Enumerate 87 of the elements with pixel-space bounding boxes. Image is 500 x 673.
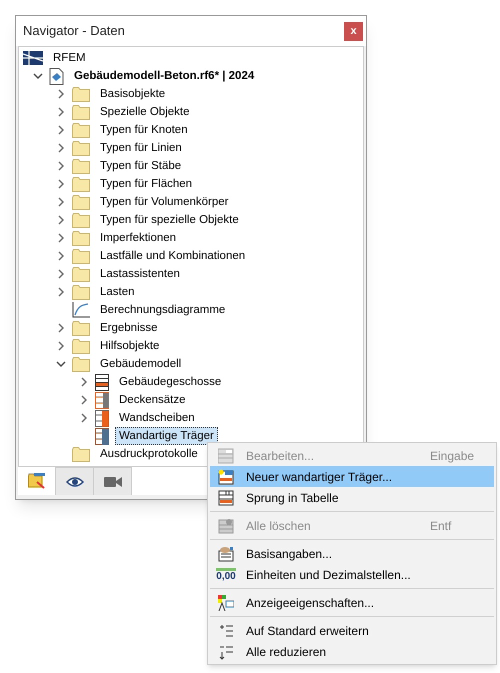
folder-icon — [72, 230, 90, 246]
tree-item[interactable]: Typen für Volumenkörper — [96, 193, 232, 211]
folder-icon — [72, 122, 90, 138]
display-properties-icon — [218, 594, 234, 610]
tree-item[interactable]: Imperfektionen — [96, 229, 180, 247]
folder-icon — [72, 176, 90, 192]
tree-item[interactable]: Ergebnisse — [96, 319, 162, 337]
navigator-tab[interactable] — [94, 467, 132, 495]
walls-icon — [95, 410, 109, 426]
folder-icon — [72, 338, 90, 354]
folder-icon — [72, 266, 90, 282]
chevron-icon[interactable] — [56, 287, 66, 297]
tree-item[interactable]: Basisobjekte — [96, 85, 170, 103]
table-icon — [218, 448, 234, 464]
chevron-icon[interactable] — [79, 395, 89, 405]
tree-item[interactable]: Lastfälle und Kombinationen — [96, 247, 250, 265]
tree-item[interactable]: Gebäudemodell — [96, 355, 186, 373]
folder-icon — [72, 104, 90, 120]
chevron-icon[interactable] — [56, 323, 66, 333]
folder-icon — [72, 320, 90, 336]
storeys-icon — [95, 374, 109, 390]
folder-icon — [72, 140, 90, 156]
chevron-icon[interactable] — [56, 143, 66, 153]
chevron-icon[interactable] — [56, 341, 66, 351]
tree-item[interactable]: Gebäudemodell-Beton.rf6* | 2024 — [70, 67, 258, 85]
tree-item[interactable]: Deckensätze — [115, 391, 190, 409]
chevron-icon[interactable] — [56, 215, 66, 225]
chevron-icon[interactable] — [56, 233, 66, 243]
menu-item[interactable]: Alle reduzieren — [210, 641, 494, 662]
new-table-icon — [218, 468, 234, 484]
logo-icon — [23, 51, 43, 65]
tree-item[interactable]: RFEM — [49, 49, 90, 67]
chevron-icon[interactable] — [79, 413, 89, 423]
chevron-icon[interactable] — [56, 251, 66, 261]
tree-item[interactable]: Ausdruckprotokolle — [96, 445, 202, 463]
chevron-icon[interactable] — [56, 125, 66, 135]
navigator-tab[interactable] — [56, 467, 94, 495]
tree-item[interactable]: Typen für Flächen — [96, 175, 196, 193]
chevron-icon[interactable] — [56, 89, 66, 99]
collapse-list-icon — [218, 644, 234, 660]
settings-sheet-icon — [218, 546, 234, 562]
tree-item[interactable]: Gebäudegeschosse — [115, 373, 226, 391]
menu-item[interactable]: Basisangaben... — [210, 543, 494, 564]
chevron-icon[interactable] — [79, 377, 89, 387]
tree-item[interactable]: Typen für Linien — [96, 139, 186, 157]
tree-item[interactable]: Typen für Stäbe — [96, 157, 186, 175]
table-icon — [218, 490, 234, 506]
chevron-icon[interactable] — [56, 161, 66, 171]
menu-item[interactable]: Anzeigeeigenschaften... — [210, 592, 494, 613]
diagram-icon — [72, 302, 90, 318]
video-camera-icon — [104, 476, 122, 488]
chevron-icon[interactable] — [56, 269, 66, 279]
folder-icon — [72, 446, 90, 462]
chevron-icon[interactable] — [56, 179, 66, 189]
folder-icon — [72, 284, 90, 300]
chevron-icon[interactable] — [56, 197, 66, 207]
delete-icon — [218, 518, 234, 534]
folder-icon — [72, 194, 90, 210]
tree-item[interactable]: Wandartige Träger — [115, 427, 218, 445]
tree-item[interactable]: Spezielle Objekte — [96, 103, 194, 121]
folder-icon — [72, 248, 90, 264]
folder-icon — [72, 158, 90, 174]
tree-item[interactable]: Typen für spezielle Objekte — [96, 211, 243, 229]
tree-item[interactable]: Wandscheiben — [115, 409, 199, 427]
folder-icon — [72, 86, 90, 102]
tree-item[interactable]: Lasten — [96, 283, 139, 301]
eye-icon — [66, 476, 84, 488]
close-button[interactable]: x — [344, 22, 363, 40]
menu-item[interactable]: Auf Standard erweitern — [210, 620, 494, 641]
folder-icon — [72, 212, 90, 228]
tree-item[interactable]: Hilfsobjekte — [96, 337, 164, 355]
folder-icon — [28, 473, 46, 489]
expand-list-icon — [218, 622, 234, 638]
chevron-icon[interactable] — [56, 107, 66, 117]
tree-item[interactable]: Lastassistenten — [96, 265, 184, 283]
deep-beams-icon — [95, 428, 109, 444]
chevron-icon[interactable] — [56, 359, 66, 369]
document-icon — [49, 68, 64, 84]
tree-item[interactable]: Typen für Knoten — [96, 121, 192, 139]
window-title: Navigator - Daten — [23, 22, 125, 40]
slabs-icon — [95, 392, 109, 408]
menu-item[interactable]: Sprung in Tabelle — [210, 487, 494, 508]
chevron-icon[interactable] — [33, 71, 43, 81]
menu-item[interactable]: 0,00 Einheiten und Dezimalstellen... — [210, 564, 494, 585]
tree-item[interactable]: Berechnungsdiagramme — [96, 301, 230, 319]
menu-item[interactable]: Neuer wandartiger Träger... — [210, 466, 494, 487]
folder-icon — [72, 356, 90, 372]
